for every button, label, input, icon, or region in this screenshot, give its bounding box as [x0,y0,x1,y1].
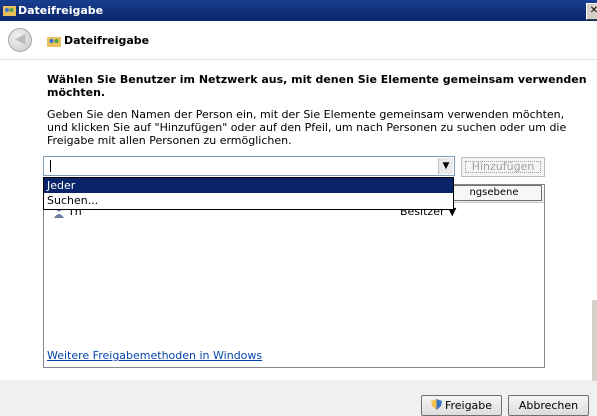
instruction-heading: Wählen Sie Benutzer im Netzwerk aus, mit… [47,73,587,99]
text-caret [50,160,51,172]
window-titlebar: Dateifreigabe ✕ [0,0,597,21]
name-combobox[interactable]: ▼ [43,156,455,176]
close-icon[interactable]: ✕ [586,3,597,20]
window-title: Dateifreigabe [18,4,104,17]
chevron-down-icon[interactable]: ▼ [438,158,453,174]
footer-bar: Freigabe Abbrechen [0,381,597,416]
dropdown-option-everyone[interactable]: Jeder [44,178,453,193]
shield-icon [430,399,442,410]
page-title: Dateifreigabe [64,34,150,47]
main-content: Wählen Sie Benutzer im Netzwerk aus, mit… [0,60,597,380]
user-list: ngsebene Th Besitzer ▼ [43,184,545,368]
back-arrow-icon[interactable]: ◀ [8,28,32,52]
cancel-button[interactable]: Abbrechen [508,395,589,416]
share-button[interactable]: Freigabe [421,395,502,416]
dropdown-option-search[interactable]: Suchen... [44,193,453,208]
add-button[interactable]: Hinzufügen [461,157,545,177]
share-button-label: Freigabe [444,399,493,412]
name-dropdown-list: Jeder Suchen... [43,177,454,210]
share-folder-icon [3,6,16,16]
column-header-permission[interactable]: ngsebene [446,185,542,201]
instruction-text: Geben Sie den Namen der Person ein, mit … [47,108,567,147]
share-folder-icon [47,37,61,47]
wizard-header: ◀ Dateifreigabe [0,21,597,60]
more-sharing-methods-link[interactable]: Weitere Freigabemethoden in Windows [47,349,262,362]
